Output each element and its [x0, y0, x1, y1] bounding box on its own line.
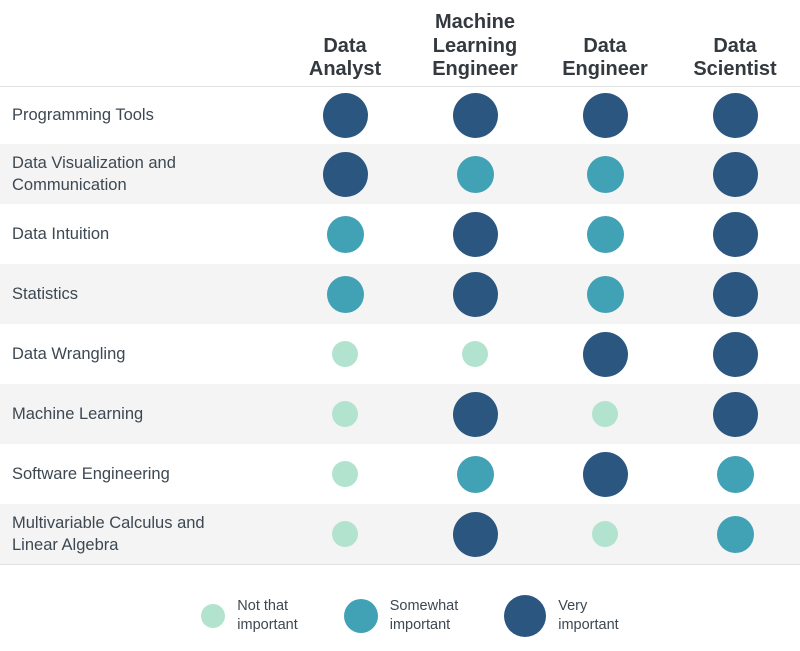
importance-dot	[452, 93, 498, 138]
cell-data-intuition-data-scientist	[670, 204, 800, 264]
cell-programming-tools-data-scientist	[670, 87, 800, 144]
row-label-statistics: Statistics	[12, 284, 79, 303]
cell-software-engineering-machine-learning-engineer	[410, 444, 540, 504]
table-row: Machine Learning	[0, 384, 800, 444]
cell-data-intuition-data-analyst	[280, 204, 410, 264]
cell-programming-tools-data-analyst	[280, 87, 410, 144]
matrix-grid: Programming Tools Data Visualization and…	[0, 86, 800, 565]
importance-dot	[592, 521, 618, 547]
row-label-data-visualization-and-communication: Data Visualization and Communication	[12, 153, 176, 194]
importance-dot	[712, 391, 758, 437]
importance-dot	[716, 455, 754, 493]
cell-data-wrangling-data-scientist	[670, 324, 800, 384]
table-row: Programming Tools	[0, 87, 800, 144]
importance-dot	[712, 211, 758, 257]
cell-multivariable-calculus-data-engineer	[540, 504, 670, 564]
column-header-data-engineer: Data Engineer	[562, 34, 648, 81]
importance-dot	[712, 93, 758, 138]
importance-dot	[712, 151, 758, 197]
importance-dot	[326, 275, 364, 313]
column-header-machine-learning-engineer: Machine Learning Engineer	[432, 11, 518, 81]
cell-data-visualization-machine-learning-engineer	[410, 144, 540, 204]
importance-dot	[452, 211, 498, 257]
importance-dot	[582, 331, 628, 377]
cell-statistics-machine-learning-engineer	[410, 264, 540, 324]
cell-software-engineering-data-analyst	[280, 444, 410, 504]
cell-data-intuition-data-engineer	[540, 204, 670, 264]
importance-dot	[322, 151, 368, 197]
importance-dot	[586, 215, 624, 253]
cell-data-visualization-data-scientist	[670, 144, 800, 204]
cell-multivariable-calculus-machine-learning-engineer	[410, 504, 540, 564]
importance-dot	[456, 455, 494, 493]
legend-label: Somewhat important	[389, 598, 459, 633]
cell-statistics-data-analyst	[280, 264, 410, 324]
table-row: Data Intuition	[0, 204, 800, 264]
row-label-multivariable-calculus-and-linear-algebra: Multivariable Calculus and Linear Algebr…	[12, 513, 205, 554]
cell-data-wrangling-data-engineer	[540, 324, 670, 384]
cell-data-wrangling-machine-learning-engineer	[410, 324, 540, 384]
legend-label: Not that important	[237, 598, 298, 633]
column-header-data-scientist: Data Scientist	[693, 34, 777, 81]
column-header-data-analyst: Data Analyst	[308, 34, 382, 81]
cell-multivariable-calculus-data-analyst	[280, 504, 410, 564]
chart-legend: Not that important Somewhat important Ve…	[0, 595, 800, 637]
importance-dot	[452, 271, 498, 317]
importance-dot	[582, 451, 628, 497]
row-label-software-engineering: Software Engineering	[12, 464, 170, 483]
cell-statistics-data-engineer	[540, 264, 670, 324]
importance-dot	[456, 155, 494, 193]
legend-swatch-icon	[343, 599, 378, 633]
cell-multivariable-calculus-data-scientist	[670, 504, 800, 564]
cell-statistics-data-scientist	[670, 264, 800, 324]
cell-machine-learning-data-engineer	[540, 384, 670, 444]
importance-dot	[712, 331, 758, 377]
row-label-data-intuition: Data Intuition	[12, 224, 110, 243]
importance-dot	[586, 155, 624, 193]
cell-machine-learning-machine-learning-engineer	[410, 384, 540, 444]
legend-swatch-icon	[504, 595, 547, 637]
cell-data-intuition-machine-learning-engineer	[410, 204, 540, 264]
chart-header-row: Data Analyst Machine Learning Engineer D…	[0, 0, 800, 86]
importance-dot	[332, 521, 358, 547]
skills-importance-matrix-chart: Data Analyst Machine Learning Engineer D…	[0, 0, 800, 651]
importance-dot	[326, 215, 364, 253]
importance-dot	[452, 511, 498, 557]
importance-dot	[452, 391, 498, 437]
importance-dot	[592, 401, 618, 427]
importance-dot	[332, 341, 358, 367]
cell-machine-learning-data-scientist	[670, 384, 800, 444]
importance-dot	[586, 275, 624, 313]
legend-label: Very important	[558, 598, 619, 633]
cell-programming-tools-machine-learning-engineer	[410, 87, 540, 144]
importance-dot	[332, 461, 358, 487]
legend-item-not-that-important: Not that important	[201, 597, 298, 635]
cell-data-wrangling-data-analyst	[280, 324, 410, 384]
table-row: Data Visualization and Communication	[0, 144, 800, 204]
importance-dot	[332, 401, 358, 427]
row-label-data-wrangling: Data Wrangling	[12, 344, 126, 363]
table-row: Data Wrangling	[0, 324, 800, 384]
table-row: Statistics	[0, 264, 800, 324]
cell-data-visualization-data-engineer	[540, 144, 670, 204]
table-row: Software Engineering	[0, 444, 800, 504]
importance-dot	[712, 271, 758, 317]
cell-programming-tools-data-engineer	[540, 87, 670, 144]
legend-swatch-icon	[201, 604, 226, 628]
table-row: Multivariable Calculus and Linear Algebr…	[0, 504, 800, 564]
row-label-programming-tools: Programming Tools	[12, 106, 154, 125]
importance-dot	[716, 515, 754, 553]
importance-dot	[582, 93, 628, 138]
importance-dot	[322, 93, 368, 138]
cell-data-visualization-data-analyst	[280, 144, 410, 204]
row-label-machine-learning: Machine Learning	[12, 404, 144, 423]
legend-item-very-important: Very important	[504, 595, 619, 637]
cell-software-engineering-data-engineer	[540, 444, 670, 504]
legend-item-somewhat-important: Somewhat important	[343, 597, 459, 635]
importance-dot	[462, 341, 488, 367]
cell-machine-learning-data-analyst	[280, 384, 410, 444]
cell-software-engineering-data-scientist	[670, 444, 800, 504]
